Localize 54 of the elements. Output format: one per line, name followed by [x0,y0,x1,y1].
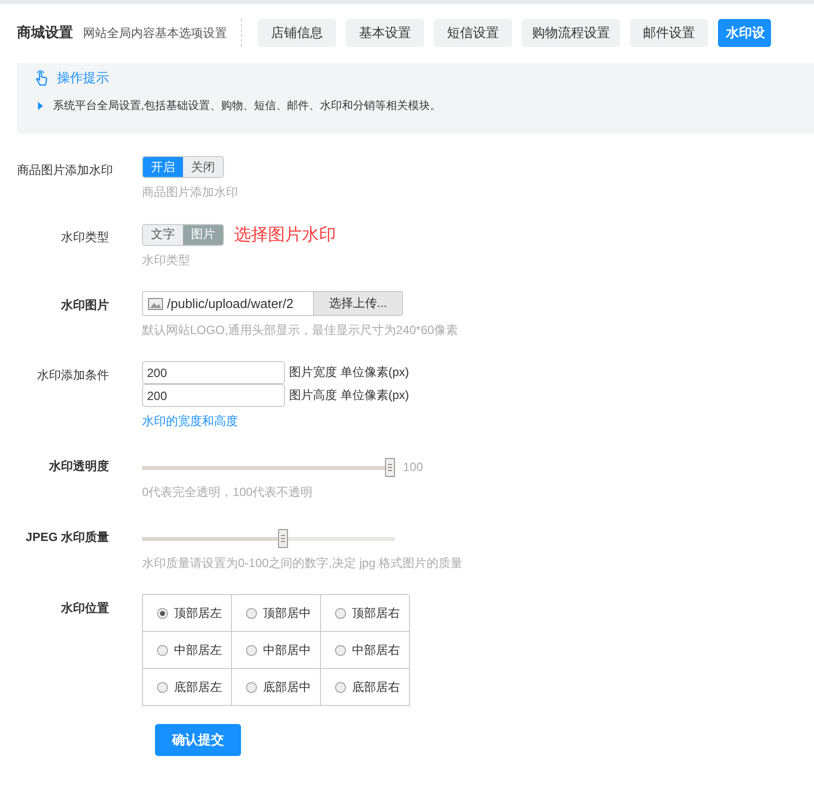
tab[interactable]: 邮件设置 [630,19,708,47]
slider-handle[interactable] [385,458,395,477]
tip-text: 系统平台全局设置,包括基础设置、购物、短信、邮件、水印和分销等相关模块。 [53,98,442,113]
page-title: 商城设置 [17,24,73,42]
radio-button[interactable] [335,644,346,656]
field-label: 水印类型 [60,229,109,246]
tab[interactable]: 短信设置 [434,19,512,47]
radio-button[interactable] [335,608,346,618]
unit-text: 图片宽度 单位像素(px) [289,364,409,381]
tab[interactable]: 购物流程设置 [522,19,620,47]
radio-button[interactable] [246,644,257,656]
image-icon [148,298,163,310]
slider-handle[interactable] [278,529,288,548]
hint-text: 水印类型 [142,252,191,269]
radio-label: 底部居左 [174,678,222,696]
file-field[interactable]: /public/upload/water/2 选择上传... [142,291,403,316]
radio-label: 顶部居中 [263,604,311,622]
field-label: 水印图片 [60,297,109,314]
toggle-option[interactable]: 文字 [143,224,183,244]
radio-button[interactable] [246,682,257,692]
size-input[interactable]: 200 [142,384,285,407]
file-path: /public/upload/water/2 [166,296,294,311]
field-label: 水印位置 [60,600,109,617]
radio-label: 底部居中 [263,678,311,696]
page-subtitle: 网站全局内容基本选项设置 [83,19,242,47]
note-text: 选择图片水印 [234,224,336,246]
tab[interactable]: 基本设置 [346,19,424,47]
unit-text: 图片高度 单位像素(px) [289,387,409,404]
radio-label: 中部居右 [352,642,400,658]
field-label: 水印透明度 [48,458,109,475]
radio-label: 中部居左 [174,642,222,658]
hint-text: 默认网站LOGO,通用头部显示，最佳显示尺寸为240*60像素 [142,322,458,339]
radio-button[interactable] [157,608,168,618]
tip-title: 操作提示 [57,69,109,87]
radio-button[interactable] [335,682,346,692]
hint-text: 0代表完全透明，100代表不透明 [142,484,314,501]
tab[interactable]: 店铺信息 [258,19,336,47]
size-input[interactable]: 200 [142,361,285,384]
radio-label: 底部居右 [352,678,400,696]
radio-button[interactable] [157,644,168,656]
upload-button[interactable]: 选择上传... [313,292,402,315]
field-label: JPEG 水印质量 [24,529,109,546]
radio-button[interactable] [157,682,168,692]
radio-label: 顶部居左 [174,604,222,622]
hint-text: 水印的宽度和高度 [142,413,239,430]
toggle-option[interactable]: 关闭 [183,157,223,177]
radio-label: 顶部居右 [352,604,400,622]
slider-value: 100 [403,460,424,474]
field-label: 水印添加条件 [36,367,109,384]
hint-text: 商品图片添加水印 [142,184,238,201]
radio-button[interactable] [246,608,257,618]
caret-icon [38,102,43,110]
radio-label: 中部居中 [263,642,311,658]
hint-text: 水印质量请设置为0-100之间的数字,决定 jpg 格式图片的质量 [142,555,463,572]
